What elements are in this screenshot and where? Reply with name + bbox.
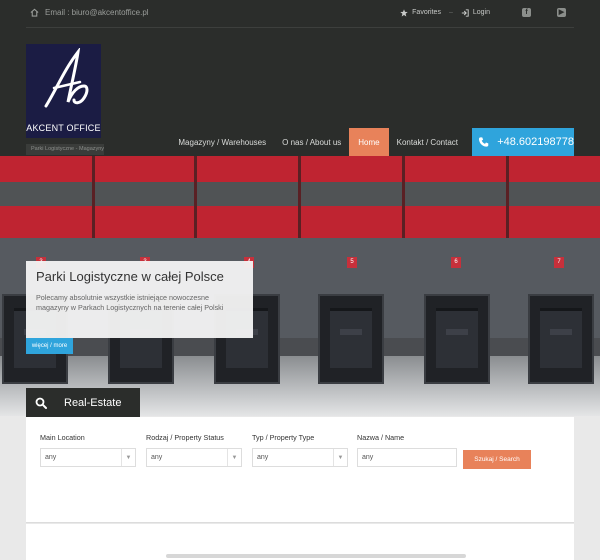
site-header: Email : biuro@akcentoffice.pl Favorites … — [0, 0, 600, 156]
phone-box[interactable]: +48.602198778 — [472, 128, 574, 156]
logo[interactable]: AKCENT OFFICE — [26, 44, 101, 138]
main-nav: Magazyny / Warehouses O nas / About us H… — [170, 128, 574, 156]
top-actions: Favorites – Login f ▶ — [400, 8, 566, 17]
field-property-status: Rodzaj / Property Status any ▼ — [146, 433, 242, 467]
dock-door — [436, 308, 478, 368]
nav-about[interactable]: O nas / About us — [274, 128, 349, 156]
favorites-link[interactable]: Favorites — [400, 8, 441, 17]
dock-door — [540, 308, 582, 368]
home-icon — [30, 8, 39, 17]
field-label: Rodzaj / Property Status — [146, 433, 224, 442]
search-tab-label: Real-Estate — [64, 396, 122, 409]
caption-text: Polecamy absolutnie wszystkie istniejące… — [36, 293, 224, 313]
field-label: Nazwa / Name — [357, 433, 405, 442]
facebook-icon[interactable]: f — [522, 8, 531, 17]
field-name: Nazwa / Name any — [357, 433, 457, 467]
hero-caption: Parki Logistyczne w całej Polsce Polecam… — [26, 261, 253, 338]
star-icon — [400, 8, 408, 17]
nav-warehouses[interactable]: Magazyny / Warehouses — [170, 128, 274, 156]
login-link[interactable]: Login — [461, 8, 490, 17]
wall-seam — [506, 156, 509, 238]
loading-dock — [528, 294, 594, 384]
dock-door — [330, 308, 372, 368]
wall-seam — [92, 156, 95, 238]
dock-number: 7 — [554, 257, 564, 268]
property-status-select[interactable]: any ▼ — [146, 448, 242, 467]
search-tab[interactable]: Real-Estate — [26, 388, 140, 417]
breadcrumb: Parki Logistyczne - Magazyny — [26, 144, 104, 155]
chevron-down-icon: ▼ — [121, 449, 135, 466]
chevron-down-icon: ▼ — [333, 449, 347, 466]
field-property-type: Typ / Property Type any ▼ — [252, 433, 348, 467]
loading-dock — [318, 294, 384, 384]
property-search-form: Main Location any ▼ Rodzaj / Property St… — [26, 417, 574, 523]
wall-seam — [402, 156, 405, 238]
dock-number: 6 — [451, 257, 461, 268]
email-text: Email : biuro@akcentoffice.pl — [45, 8, 149, 17]
contact-email[interactable]: Email : biuro@akcentoffice.pl — [30, 8, 149, 17]
field-main-location: Main Location any ▼ — [40, 433, 136, 467]
wall-seam — [194, 156, 197, 238]
caption-title: Parki Logistyczne w całej Polsce — [36, 269, 224, 284]
wall-seam — [298, 156, 301, 238]
hero-image-wall — [0, 156, 600, 238]
phone-number: +48.602198778 — [497, 136, 574, 148]
hero-slider: 3 3 4 5 6 7 Parki Logistyczne w całej Po… — [0, 156, 600, 416]
more-button[interactable]: więcej / more — [26, 338, 73, 354]
section-heading-placeholder — [166, 554, 466, 558]
youtube-icon[interactable]: ▶ — [557, 8, 566, 17]
nav-contact[interactable]: Kontakt / Contact — [389, 128, 466, 156]
separator: – — [448, 9, 453, 16]
search-icon — [26, 388, 56, 417]
name-input[interactable]: any — [357, 448, 457, 467]
main-location-select[interactable]: any ▼ — [40, 448, 136, 467]
login-icon — [461, 8, 469, 17]
content-section — [26, 524, 574, 560]
logo-monogram — [44, 48, 89, 108]
logo-text: AKCENT OFFICE — [26, 123, 101, 133]
chevron-down-icon: ▼ — [227, 449, 241, 466]
loading-dock — [424, 294, 490, 384]
top-bar: Email : biuro@akcentoffice.pl Favorites … — [26, 0, 574, 28]
dock-number: 5 — [347, 257, 357, 268]
field-label: Typ / Property Type — [252, 433, 315, 442]
field-label: Main Location — [40, 433, 85, 442]
nav-home[interactable]: Home — [349, 128, 389, 156]
search-button[interactable]: Szukaj / Search — [463, 450, 531, 469]
property-type-select[interactable]: any ▼ — [252, 448, 348, 467]
phone-icon — [478, 137, 489, 147]
